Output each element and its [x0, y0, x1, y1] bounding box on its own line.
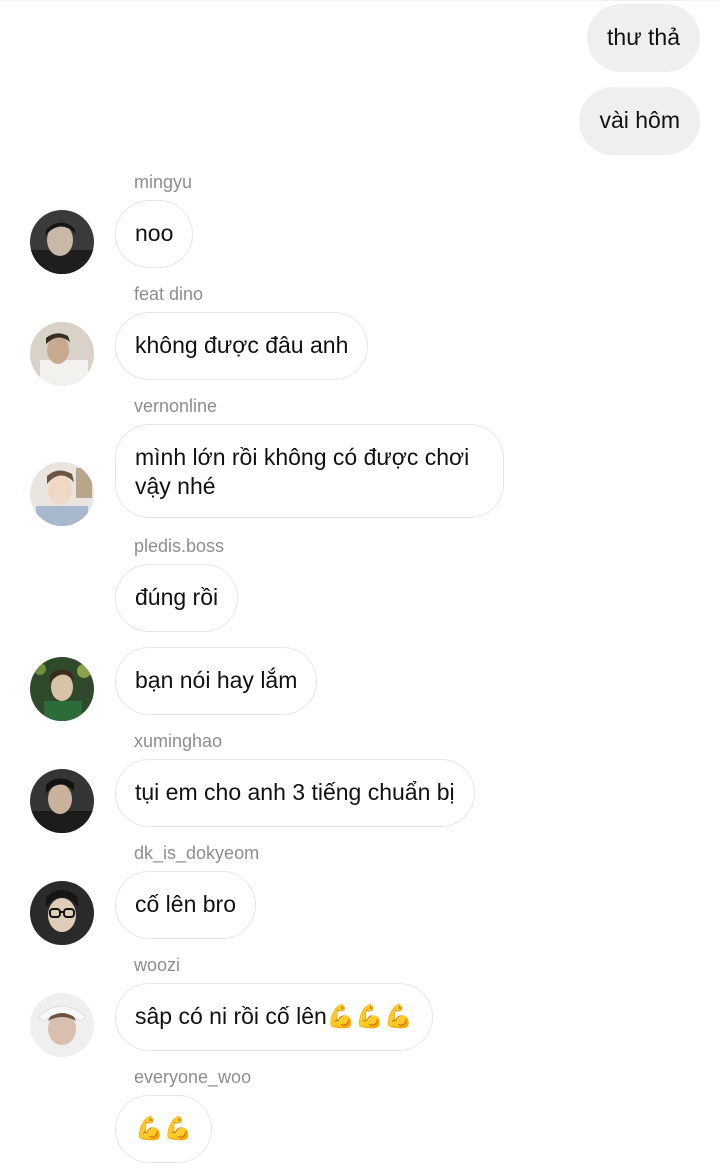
- chat-thread: thư thả vài hôm mingyu noo feat dino khô…: [0, 0, 720, 1170]
- incoming-message[interactable]: bạn nói hay lắm: [115, 647, 318, 715]
- sender-name: dk_is_dokyeom: [134, 843, 260, 863]
- message-text: 💪💪: [135, 1116, 193, 1142]
- incoming-message[interactable]: cố lên bro: [115, 871, 257, 939]
- sender-avatar[interactable]: [30, 657, 94, 721]
- incoming-message[interactable]: không được đâu anh: [115, 312, 369, 380]
- sender-name: xuminghao: [134, 731, 223, 751]
- incoming-message[interactable]: mình lớn rồi không có được chơi vậy nhé: [115, 424, 504, 518]
- incoming-message[interactable]: đúng rồi: [115, 564, 239, 632]
- sender-name: everyone_woo: [134, 1067, 252, 1087]
- sender-name: feat dino: [134, 284, 204, 304]
- message-text: cố lên bro: [135, 891, 237, 917]
- sender-name: woozi: [134, 955, 181, 975]
- profile-photo-icon: [30, 657, 94, 721]
- sender-avatar[interactable]: [30, 210, 94, 274]
- profile-photo-icon: [30, 993, 94, 1057]
- message-text: vài hôm: [599, 107, 680, 133]
- sender-avatar[interactable]: [30, 322, 94, 386]
- sender-name: vernonline: [134, 396, 218, 416]
- profile-photo-icon: [30, 322, 94, 386]
- sender-avatar[interactable]: [30, 993, 94, 1057]
- message-text: sâp có ni rồi cố lên💪💪💪: [135, 1003, 413, 1029]
- sender-name: pledis.boss: [134, 536, 225, 556]
- incoming-message[interactable]: noo: [115, 200, 194, 268]
- outgoing-message[interactable]: thư thả: [587, 4, 700, 72]
- message-text: thư thả: [607, 24, 680, 50]
- message-text: noo: [135, 220, 174, 246]
- profile-photo-icon: [30, 462, 94, 526]
- divider: [0, 0, 720, 1]
- profile-photo-icon: [30, 769, 94, 833]
- incoming-message[interactable]: 💪💪: [115, 1095, 213, 1163]
- message-text: đúng rồi: [135, 584, 219, 610]
- message-text: không được đâu anh: [135, 332, 349, 358]
- sender-avatar[interactable]: [30, 462, 94, 526]
- message-text: bạn nói hay lắm: [135, 667, 298, 693]
- profile-photo-icon: [30, 881, 94, 945]
- sender-avatar[interactable]: [30, 769, 94, 833]
- incoming-message[interactable]: tụi em cho anh 3 tiếng chuẩn bị: [115, 759, 475, 827]
- outgoing-message[interactable]: vài hôm: [579, 87, 700, 155]
- sender-name: mingyu: [134, 172, 193, 192]
- message-text: tụi em cho anh 3 tiếng chuẩn bị: [135, 779, 455, 805]
- incoming-message[interactable]: sâp có ni rồi cố lên💪💪💪: [115, 983, 433, 1051]
- message-text: mình lớn rồi không có được chơi vậy nhé: [135, 444, 470, 499]
- sender-avatar[interactable]: [30, 881, 94, 945]
- profile-photo-icon: [30, 210, 94, 274]
